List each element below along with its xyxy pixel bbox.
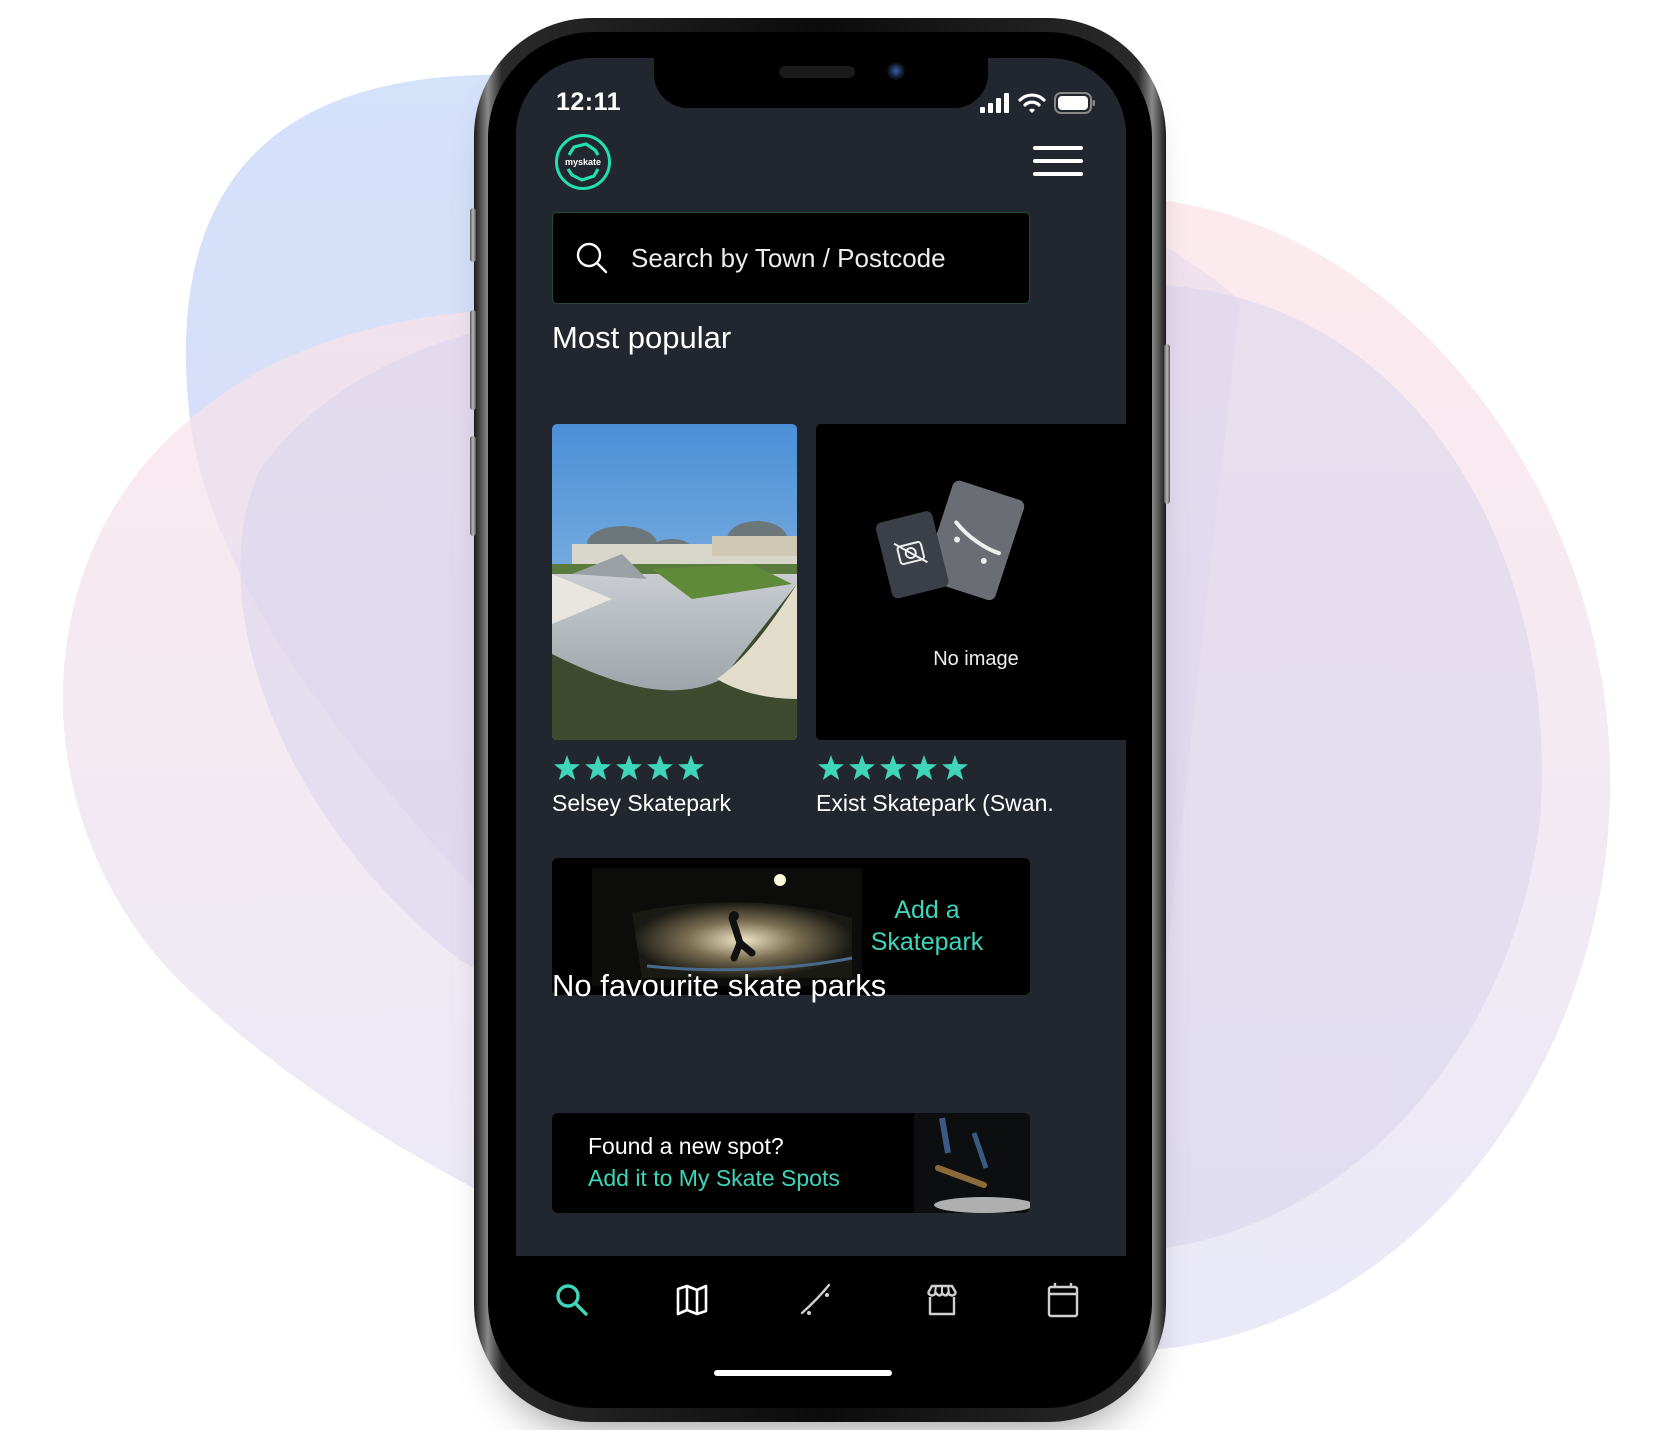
nav-calendar[interactable] — [1041, 1278, 1085, 1322]
star-icon — [616, 755, 642, 780]
search-icon — [576, 242, 608, 274]
menu-line — [1033, 146, 1083, 150]
calendar-icon — [1047, 1283, 1079, 1318]
shop-icon — [926, 1284, 958, 1316]
myskate-logo[interactable]: myskate — [554, 133, 612, 191]
add-skatepark-line2: Skatepark — [870, 928, 984, 956]
park-card-image[interactable] — [552, 424, 797, 740]
status-time: 12:11 — [556, 88, 622, 116]
front-camera — [887, 62, 905, 80]
spot-question: Found a new spot? — [588, 1133, 784, 1159]
notch — [654, 58, 988, 108]
menu-button[interactable] — [1033, 146, 1083, 176]
nav-shop[interactable] — [920, 1278, 964, 1322]
map-icon — [676, 1284, 708, 1316]
most-popular-heading: Most popular — [552, 320, 732, 355]
star-icon — [647, 755, 673, 780]
skatepark-photo — [552, 424, 797, 740]
star-icon — [880, 755, 906, 780]
volume-down-button — [470, 436, 476, 536]
star-icon — [818, 755, 844, 780]
bottom-nav — [516, 1256, 1126, 1388]
star-icon — [849, 755, 875, 780]
logo-text: myskate — [565, 157, 601, 167]
app-screen: 12:11 myskate Search by Town / Postcode … — [516, 58, 1126, 1388]
add-spot-card[interactable]: Found a new spot? Add it to My Skate Spo… — [552, 1113, 1030, 1213]
search-icon — [556, 1284, 588, 1316]
rating-stars — [818, 755, 968, 780]
wifi-icon — [1018, 93, 1046, 113]
star-icon — [554, 755, 580, 780]
add-skatepark-line1: Add a — [894, 896, 960, 924]
nav-map[interactable] — [670, 1278, 714, 1322]
no-image-label: No image — [933, 648, 1019, 670]
park-card-no-image[interactable]: No image — [816, 424, 1126, 740]
rating-stars — [554, 755, 704, 780]
nav-search[interactable] — [550, 1278, 594, 1322]
volume-up-button — [470, 310, 476, 410]
menu-line — [1033, 172, 1083, 176]
menu-line — [1033, 159, 1083, 163]
battery-icon — [1054, 92, 1095, 114]
search-input[interactable] — [629, 241, 1013, 275]
add-spot-link[interactable]: Add it to My Skate Spots — [588, 1165, 840, 1192]
skateboard-icon — [800, 1283, 831, 1315]
search-bar[interactable] — [552, 212, 1030, 304]
favourites-heading: No favourite skate parks — [552, 968, 887, 1003]
star-icon — [942, 755, 968, 780]
park-name[interactable]: Exist Skatepark (Swan. — [816, 790, 1054, 817]
skater-feet-photo — [914, 1113, 1030, 1213]
home-indicator[interactable] — [714, 1370, 892, 1376]
speaker-grille — [779, 66, 855, 78]
power-button — [1164, 344, 1170, 504]
park-name[interactable]: Selsey Skatepark — [552, 790, 731, 817]
star-icon — [911, 755, 937, 780]
star-icon — [585, 755, 611, 780]
status-icons — [980, 92, 1096, 114]
nav-skateboard[interactable] — [794, 1278, 838, 1322]
signal-icon — [980, 93, 1009, 113]
no-image-illustration — [875, 480, 1025, 601]
add-skatepark-label[interactable]: Add a Skatepark — [862, 894, 992, 958]
star-icon — [678, 755, 704, 780]
mute-switch — [470, 208, 476, 262]
